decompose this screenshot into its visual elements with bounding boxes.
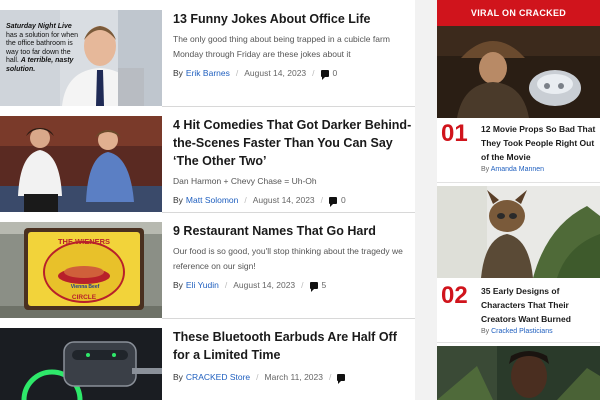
viral-sidebar: VIRAL ON CRACKED 01 12 Movie Props So Ba…	[437, 0, 600, 400]
article-card[interactable]: These Bluetooth Earbuds Are Half Off for…	[0, 328, 415, 400]
comment-count[interactable]: 0	[341, 195, 346, 205]
article-body: 13 Funny Jokes About Office Life The onl…	[173, 10, 415, 80]
comment-icon	[329, 196, 338, 207]
divider	[162, 212, 415, 213]
separator: /	[235, 68, 239, 78]
article-body: These Bluetooth Earbuds Are Half Off for…	[173, 328, 415, 384]
author-link[interactable]: Erik Barnes	[186, 68, 230, 78]
rank-number: 01	[441, 120, 468, 147]
article-title[interactable]: These Bluetooth Earbuds Are Half Off for…	[173, 328, 415, 364]
thumbnail-caption: Saturday Night Live has a solution for w…	[6, 23, 78, 73]
article-card[interactable]: THE WIENERS Vienna Beef CIRCLE 9 Restaur…	[0, 222, 415, 318]
divider	[162, 106, 415, 107]
comment-count[interactable]: 0	[333, 68, 338, 78]
author-link[interactable]: Amanda Mannen	[491, 166, 544, 173]
article-subtitle: Dan Harmon + Chevy Chase = Uh-Oh	[173, 176, 317, 186]
article-thumbnail[interactable]	[0, 116, 162, 212]
article-meta: By CRACKED Store / March 11, 2023 /	[173, 372, 415, 384]
article-meta: By Matt Solomon / August 14, 2023 / 0	[173, 195, 415, 207]
sidebar-thumbnail[interactable]	[437, 26, 600, 118]
comment-count[interactable]: 5	[322, 280, 327, 290]
comment-icon[interactable]	[337, 373, 346, 384]
article-date: August 14, 2023	[252, 195, 315, 205]
sign-bottom: CIRCLE	[71, 294, 97, 301]
sidebar-thumbnail[interactable]	[437, 346, 600, 400]
divider	[437, 342, 600, 343]
article-card[interactable]: 4 Hit Comedies That Got Darker Behind-th…	[0, 116, 415, 212]
article-date: March 11, 2023	[264, 372, 323, 382]
by-label: By	[173, 280, 183, 290]
sidebar-item-title[interactable]: 12 Movie Props So Bad That They Took Peo…	[481, 122, 600, 164]
article-meta: By Eli Yudin / August 14, 2023 / 5	[173, 280, 415, 292]
article-feed: Saturday Night Live has a solution for w…	[0, 0, 415, 400]
separator: /	[328, 372, 332, 382]
sidebar-item-author: By Amanda Mannen	[481, 166, 545, 173]
separator: /	[256, 372, 259, 382]
author-link[interactable]: Eli Yudin	[186, 280, 219, 290]
separator: /	[244, 195, 247, 205]
sidebar-item-title[interactable]: 35 Early Designs of Characters That Thei…	[481, 284, 600, 326]
comment-icon	[309, 281, 318, 292]
author-link[interactable]: Cracked Plasticians	[491, 328, 552, 335]
divider	[162, 318, 415, 319]
separator: /	[320, 195, 324, 205]
divider	[437, 182, 600, 183]
author-link[interactable]: CRACKED Store	[186, 372, 250, 382]
separator: /	[301, 280, 304, 290]
author-link[interactable]: Matt Solomon	[186, 195, 238, 205]
by-label: By	[173, 68, 183, 78]
by-label: By	[173, 195, 183, 205]
sidebar-item-author: By Cracked Plasticians	[481, 328, 553, 335]
viral-header: VIRAL ON CRACKED	[437, 0, 600, 26]
rank-number: 02	[441, 282, 468, 309]
sign-top: THE WIENERS	[57, 237, 111, 246]
comment-icon	[320, 69, 329, 80]
article-meta: By Erik Barnes / August 14, 2023 / 0	[173, 68, 415, 80]
by-label: By	[173, 372, 183, 382]
article-date: August 14, 2023	[244, 68, 307, 78]
article-body: 4 Hit Comedies That Got Darker Behind-th…	[173, 116, 415, 207]
article-thumbnail[interactable]: Saturday Night Live has a solution for w…	[0, 10, 162, 106]
article-title[interactable]: 4 Hit Comedies That Got Darker Behind-th…	[173, 116, 415, 170]
article-date: August 14, 2023	[233, 280, 296, 290]
article-subtitle: The only good thing about being trapped …	[173, 34, 390, 59]
separator: /	[312, 68, 315, 78]
sidebar-thumbnail[interactable]	[437, 186, 600, 278]
article-title[interactable]: 13 Funny Jokes About Office Life	[173, 10, 415, 28]
article-title[interactable]: 9 Restaurant Names That Go Hard	[173, 222, 415, 240]
article-card[interactable]: Saturday Night Live has a solution for w…	[0, 10, 415, 106]
article-thumbnail[interactable]	[0, 328, 162, 400]
sign-middle: Vienna Beef	[70, 284, 100, 290]
article-subtitle: Our food is so good, you'll stop thinkin…	[173, 246, 403, 271]
separator: /	[224, 280, 228, 290]
article-thumbnail[interactable]: THE WIENERS Vienna Beef CIRCLE	[0, 222, 162, 318]
article-body: 9 Restaurant Names That Go Hard Our food…	[173, 222, 415, 292]
